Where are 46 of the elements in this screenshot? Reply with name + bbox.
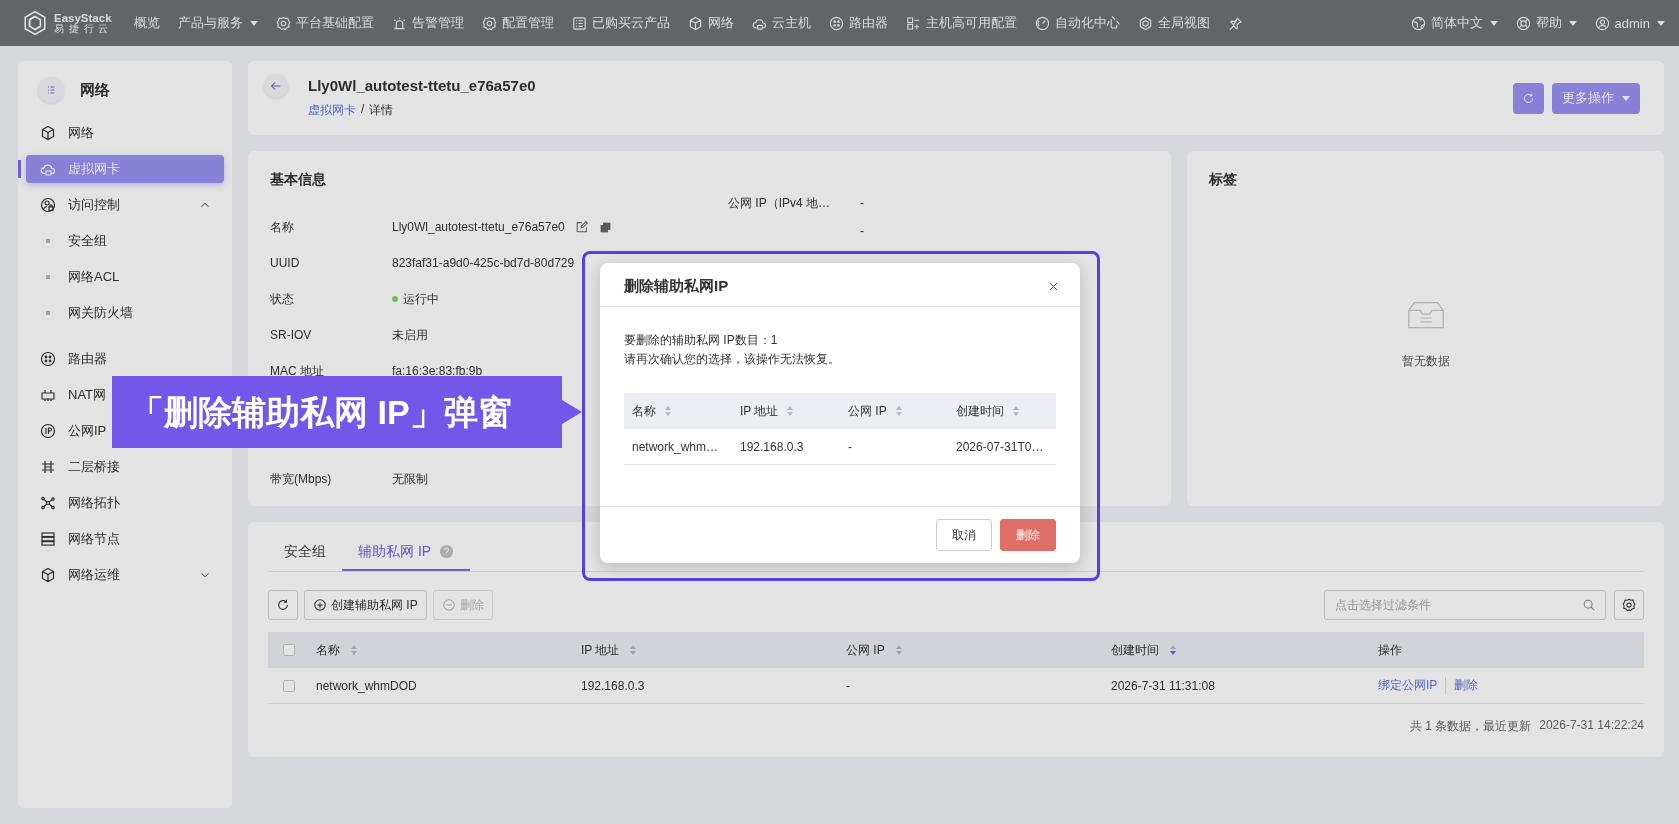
- page-title: Lly0Wl_autotest-ttetu_e76a57e0: [308, 77, 536, 94]
- section-title: 基本信息: [270, 171, 327, 189]
- breadcrumb-separator: /: [361, 102, 365, 118]
- field-label: SR-IOV: [270, 328, 313, 342]
- field-value: 未启用: [392, 326, 428, 344]
- table-cell: 2026-07-31T0…: [956, 439, 1044, 454]
- field-value: -: [860, 224, 864, 238]
- field-value: -: [860, 196, 864, 210]
- column-header: 创建时间: [956, 402, 1004, 420]
- dialog-title: 删除辅助私网IP: [624, 277, 729, 296]
- empty-text: 暂无数据: [1401, 353, 1450, 370]
- dialog-text: 要删除的辅助私网 IP数目：1: [624, 332, 779, 349]
- table-cell: -: [848, 439, 852, 454]
- field-label: 公网 IP（IPv4 地…: [728, 194, 832, 212]
- field-value: 823faf31-a9d0-425c-bd7d-80d729: [392, 256, 575, 270]
- field-value: fa:16:3e:83:fb:9b: [392, 364, 483, 378]
- column-header: 名称: [316, 641, 340, 659]
- field-label: UUID: [270, 256, 301, 270]
- column-header: 操作: [1378, 641, 1402, 659]
- field-value: Lly0Wl_autotest-ttetu_e76a57e0: [392, 220, 565, 234]
- field-value: 运行中: [403, 290, 439, 308]
- column-header: IP 地址: [740, 402, 779, 420]
- table-cell: network_whm…: [632, 439, 719, 454]
- field-value: 无限制: [392, 470, 428, 488]
- callout-label: 「删除辅助私网 IP」弹窗: [112, 376, 582, 448]
- table-summary: 共 1 条数据，最近更新: [1409, 718, 1532, 735]
- column-header: 创建时间: [1111, 641, 1159, 659]
- dialog-text: 请再次确认您的选择，该操作无法恢复。: [624, 351, 841, 368]
- table-cell: 192.168.0.3: [581, 678, 645, 693]
- sidebar-title: 网络: [80, 80, 110, 100]
- logo-subtitle: 易 捷 行 云: [54, 23, 110, 35]
- field-label: 名称: [270, 218, 295, 236]
- column-header: IP 地址: [581, 641, 620, 659]
- table-cell: 192.168.0.3: [740, 439, 804, 454]
- field-label: 带宽(Mbps): [270, 470, 333, 488]
- breadcrumb-item: 详情: [369, 102, 394, 119]
- table-cell: -: [846, 678, 850, 693]
- table-cell: 2026-7-31 11:31:08: [1111, 678, 1215, 693]
- column-header: 公网 IP: [846, 641, 885, 659]
- table-cell: network_whmDOD: [316, 678, 417, 693]
- logo-name: EasyStack: [54, 11, 112, 24]
- column-header: 公网 IP: [848, 402, 887, 420]
- section-title: 标签: [1209, 171, 1239, 189]
- field-label: 状态: [270, 290, 295, 308]
- column-header: 名称: [632, 402, 656, 420]
- update-time: 2026-7-31 14:22:24: [1539, 718, 1644, 734]
